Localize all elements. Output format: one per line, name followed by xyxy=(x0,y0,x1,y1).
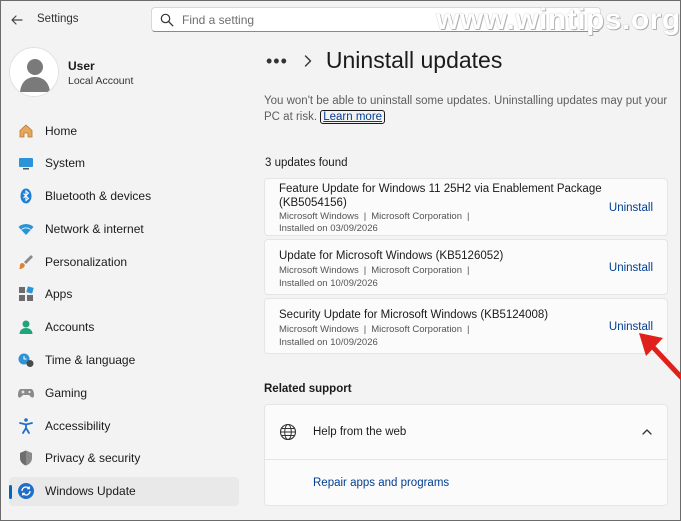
sidebar-item-apps[interactable]: Apps xyxy=(9,280,239,309)
bluetooth-icon xyxy=(17,187,35,205)
sidebar-item-accessibility[interactable]: Accessibility xyxy=(9,411,239,440)
search-placeholder: Find a setting xyxy=(182,12,255,27)
update-product: Microsoft Windows xyxy=(279,324,359,335)
user-name: User xyxy=(68,59,95,73)
sidebar-item-system[interactable]: System xyxy=(9,149,239,178)
update-product: Microsoft Windows xyxy=(279,211,359,222)
accessibility-icon xyxy=(17,417,35,435)
meta-separator: | xyxy=(363,211,367,222)
sidebar-item-label: Time & language xyxy=(45,353,136,368)
shield-icon xyxy=(17,449,35,467)
update-title: Security Update for Microsoft Windows (K… xyxy=(279,309,549,321)
update-item: Update for Microsoft Windows (KB5126052)… xyxy=(264,239,668,295)
sidebar-item-label: Privacy & security xyxy=(45,451,141,466)
watermark: www.wintips.org xyxy=(436,3,681,36)
sidebar-item-label: Apps xyxy=(45,287,73,302)
sidebar-item-time-language[interactable]: Time & language xyxy=(9,346,239,375)
brush-icon xyxy=(17,253,35,271)
sidebar-item-label: Home xyxy=(45,123,78,138)
update-meta: Microsoft Windows | Microsoft Corporation | xyxy=(279,324,474,335)
warning-text: You won't be able to uninstall some upda… xyxy=(264,93,674,125)
breadcrumb-overflow-button[interactable]: ••• xyxy=(266,52,288,70)
sidebar-item-label: Accessibility xyxy=(45,418,111,433)
update-installed-date: Installed on 10/09/2026 xyxy=(279,337,378,348)
sidebar-item-windows-update[interactable]: Windows Update xyxy=(9,476,239,506)
sidebar-item-label: System xyxy=(45,156,86,171)
gamepad-icon xyxy=(17,384,35,402)
update-installed-date: Installed on 10/09/2026 xyxy=(279,278,378,289)
learn-more-link[interactable]: Learn more xyxy=(320,110,386,124)
update-product: Microsoft Windows xyxy=(279,265,359,276)
app-title: Settings xyxy=(37,13,79,25)
meta-separator: | xyxy=(467,265,470,276)
related-support-card: Help from the web Repair apps and progra… xyxy=(264,404,668,506)
help-from-web-header[interactable]: Help from the web xyxy=(265,405,667,460)
system-icon xyxy=(17,154,35,172)
home-icon xyxy=(17,122,35,140)
meta-separator: | xyxy=(363,324,367,335)
update-meta: Microsoft Windows | Microsoft Corporation | xyxy=(279,265,474,276)
sidebar-item-privacy-security[interactable]: Privacy & security xyxy=(9,444,239,473)
breadcrumb: ••• Uninstall updates xyxy=(266,47,502,74)
update-item: Security Update for Microsoft Windows (K… xyxy=(264,298,668,354)
wifi-icon xyxy=(17,220,35,238)
user-avatar-icon xyxy=(20,59,50,92)
related-support-heading: Related support xyxy=(264,383,352,395)
help-from-web-label: Help from the web xyxy=(313,426,407,438)
red-arrow-annotation xyxy=(639,333,681,380)
update-publisher: Microsoft Corporation xyxy=(371,324,462,335)
globe-icon xyxy=(279,423,297,441)
update-publisher: Microsoft Corporation xyxy=(371,265,462,276)
sidebar-item-label: Windows Update xyxy=(45,484,136,499)
meta-separator: | xyxy=(467,211,470,222)
updates-count: 3 updates found xyxy=(265,157,348,169)
title-bar: Settings Find a setting www.wintips.org xyxy=(1,1,680,39)
update-publisher: Microsoft Corporation xyxy=(371,211,462,222)
sidebar-item-bluetooth[interactable]: Bluetooth & devices xyxy=(9,182,239,211)
avatar xyxy=(9,47,59,97)
update-item: Feature Update for Windows 11 25H2 via E… xyxy=(264,178,668,236)
sidebar-item-label: Gaming xyxy=(45,385,88,400)
sidebar-item-label: Personalization xyxy=(45,254,128,269)
back-arrow-icon xyxy=(11,15,23,25)
account-type: Local Account xyxy=(68,75,134,87)
sidebar-item-gaming[interactable]: Gaming xyxy=(9,378,239,407)
sidebar-item-label: Bluetooth & devices xyxy=(45,189,152,204)
uninstall-button[interactable]: Uninstall xyxy=(609,262,653,274)
windows-update-icon xyxy=(17,482,35,500)
page-title: Uninstall updates xyxy=(325,47,503,73)
sidebar-item-label: Accounts xyxy=(45,320,95,335)
accounts-icon xyxy=(17,318,35,336)
sidebar-nav: Home System Bluetooth & devices Network … xyxy=(9,116,239,510)
repair-apps-link[interactable]: Repair apps and programs xyxy=(313,477,449,489)
update-title: Update for Microsoft Windows (KB5126052) xyxy=(279,250,504,262)
sidebar-item-accounts[interactable]: Accounts xyxy=(9,313,239,342)
update-meta: Microsoft Windows | Microsoft Corporation | xyxy=(279,211,474,222)
search-icon xyxy=(160,13,174,26)
apps-icon xyxy=(17,285,35,303)
update-title: Feature Update for Windows 11 25H2 via E… xyxy=(279,183,602,209)
chevron-right-icon xyxy=(304,54,312,67)
chevron-up-icon[interactable] xyxy=(641,427,653,437)
sidebar-item-network[interactable]: Network & internet xyxy=(9,214,239,243)
back-button[interactable] xyxy=(7,10,27,30)
meta-separator: | xyxy=(363,265,367,276)
sidebar-item-personalization[interactable]: Personalization xyxy=(9,247,239,276)
sidebar-item-home[interactable]: Home xyxy=(9,116,239,145)
sidebar-item-label: Network & internet xyxy=(45,221,144,236)
uninstall-button[interactable]: Uninstall xyxy=(609,202,653,214)
clock-icon xyxy=(17,351,35,369)
update-installed-date: Installed on 03/09/2026 xyxy=(279,223,378,234)
meta-separator: | xyxy=(467,324,470,335)
